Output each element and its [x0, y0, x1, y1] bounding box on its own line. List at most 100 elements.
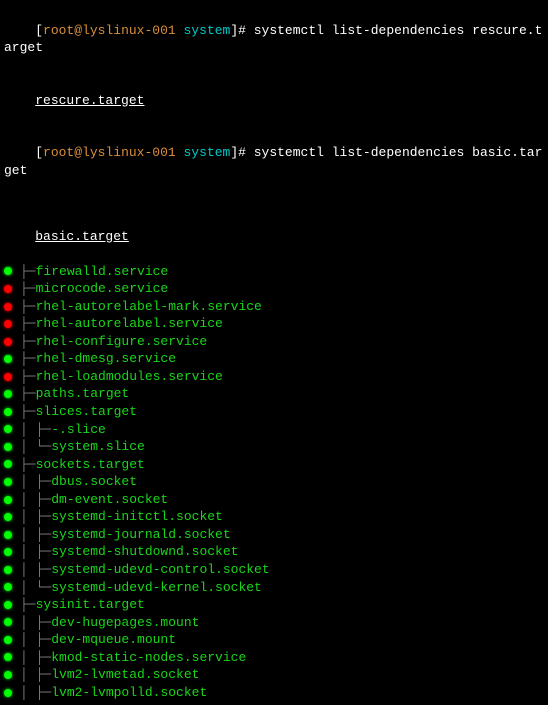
unit-name: dev-hugepages.mount [51, 614, 199, 632]
status-active-icon [4, 601, 12, 609]
status-active-icon [4, 566, 12, 574]
dependency-tree: ├─firewalld.service├─microcode.service├─… [4, 263, 544, 702]
tree-row: │ ├─dev-mqueue.mount [4, 631, 544, 649]
terminal-output: [root@lyslinux-001 system]# systemctl li… [4, 4, 544, 701]
tree-row: │ ├─dev-hugepages.mount [4, 614, 544, 632]
tree-row: │ ├─lvm2-lvmetad.socket [4, 666, 544, 684]
tree-row: │ └─system.slice [4, 438, 544, 456]
status-inactive-icon [4, 285, 12, 293]
unit-name: dbus.socket [51, 473, 137, 491]
status-inactive-icon [4, 303, 12, 311]
tree-branch: ├─ [20, 315, 36, 333]
unit-name: systemd-initctl.socket [51, 508, 223, 526]
status-active-icon [4, 390, 12, 398]
tree-row: ├─slices.target [4, 403, 544, 421]
path: system [184, 23, 231, 38]
status-active-icon [4, 425, 12, 433]
status-active-icon [4, 478, 12, 486]
prompt-line-2[interactable]: [root@lyslinux-001 system]# systemctl li… [4, 127, 544, 197]
path: system [184, 145, 231, 160]
user: root [43, 23, 74, 38]
status-active-icon [4, 267, 12, 275]
tree-branch: ├─ [20, 280, 36, 298]
tree-branch: ├─ [20, 385, 36, 403]
status-active-icon [4, 583, 12, 591]
tree-branch: │ └─ [20, 438, 51, 456]
unit-name: sysinit.target [36, 596, 145, 614]
status-inactive-icon [4, 320, 12, 328]
tree-branch: │ ├─ [20, 543, 51, 561]
unit-name: systemd-udevd-kernel.socket [51, 579, 262, 597]
status-active-icon [4, 618, 12, 626]
tree-branch: ├─ [20, 403, 36, 421]
tree-branch: ├─ [20, 596, 36, 614]
unit-name: dm-event.socket [51, 491, 168, 509]
tree-row: ├─firewalld.service [4, 263, 544, 281]
tree-branch: │ ├─ [20, 491, 51, 509]
blank-line [4, 197, 544, 210]
unit-name: microcode.service [36, 280, 169, 298]
status-active-icon [4, 408, 12, 416]
tree-branch: ├─ [20, 263, 36, 281]
tree-row: ├─rhel-autorelabel.service [4, 315, 544, 333]
tree-branch: │ ├─ [20, 561, 51, 579]
tree-row: │ ├─lvm2-lvmpolld.socket [4, 684, 544, 702]
host: lyslinux-001 [82, 145, 176, 160]
unit-name: dev-mqueue.mount [51, 631, 176, 649]
unit-name: paths.target [36, 385, 130, 403]
tree-branch: │ ├─ [20, 421, 51, 439]
output-line-1: rescure.target [4, 74, 544, 127]
tree-row: │ ├─systemd-udevd-control.socket [4, 561, 544, 579]
output-header-2: basic.target [4, 210, 544, 263]
status-active-icon [4, 531, 12, 539]
tree-branch: ├─ [20, 298, 36, 316]
unit-name: systemd-udevd-control.socket [51, 561, 269, 579]
unit-name: rhel-autorelabel-mark.service [36, 298, 262, 316]
prompt-line-1[interactable]: [root@lyslinux-001 system]# systemctl li… [4, 4, 544, 74]
unit-name: -.slice [51, 421, 106, 439]
status-inactive-icon [4, 338, 12, 346]
unit-name: lvm2-lvmetad.socket [51, 666, 199, 684]
tree-row: ├─rhel-configure.service [4, 333, 544, 351]
status-active-icon [4, 443, 12, 451]
tree-branch: │ ├─ [20, 614, 51, 632]
tree-branch: │ ├─ [20, 508, 51, 526]
unit-name: lvm2-lvmpolld.socket [51, 684, 207, 702]
tree-row: │ ├─systemd-initctl.socket [4, 508, 544, 526]
tree-row: ├─sysinit.target [4, 596, 544, 614]
tree-branch: │ ├─ [20, 684, 51, 702]
tree-row: ├─rhel-loadmodules.service [4, 368, 544, 386]
tree-row: ├─rhel-autorelabel-mark.service [4, 298, 544, 316]
tree-row: │ ├─-.slice [4, 421, 544, 439]
tree-branch: │ ├─ [20, 666, 51, 684]
tree-row: ├─paths.target [4, 385, 544, 403]
tree-row: │ └─systemd-udevd-kernel.socket [4, 579, 544, 597]
status-active-icon [4, 355, 12, 363]
tree-branch: │ └─ [20, 579, 51, 597]
unit-name: firewalld.service [36, 263, 169, 281]
tree-branch: ├─ [20, 333, 36, 351]
tree-row: │ ├─systemd-shutdownd.socket [4, 543, 544, 561]
tree-branch: ├─ [20, 350, 36, 368]
tree-branch: │ ├─ [20, 649, 51, 667]
tree-branch: │ ├─ [20, 631, 51, 649]
tree-row: │ ├─dbus.socket [4, 473, 544, 491]
unit-name: rhel-dmesg.service [36, 350, 176, 368]
tree-row: ├─rhel-dmesg.service [4, 350, 544, 368]
unit-name: rhel-autorelabel.service [36, 315, 223, 333]
status-active-icon [4, 689, 12, 697]
unit-name: systemd-shutdownd.socket [51, 543, 238, 561]
unit-name: systemd-journald.socket [51, 526, 230, 544]
user: root [43, 145, 74, 160]
unit-name: rhel-loadmodules.service [36, 368, 223, 386]
tree-branch: ├─ [20, 368, 36, 386]
tree-row: │ ├─kmod-static-nodes.service [4, 649, 544, 667]
status-active-icon [4, 636, 12, 644]
host: lyslinux-001 [82, 23, 176, 38]
status-active-icon [4, 671, 12, 679]
tree-branch: │ ├─ [20, 473, 51, 491]
unit-name: system.slice [51, 438, 145, 456]
status-active-icon [4, 653, 12, 661]
status-active-icon [4, 548, 12, 556]
tree-branch: │ ├─ [20, 526, 51, 544]
